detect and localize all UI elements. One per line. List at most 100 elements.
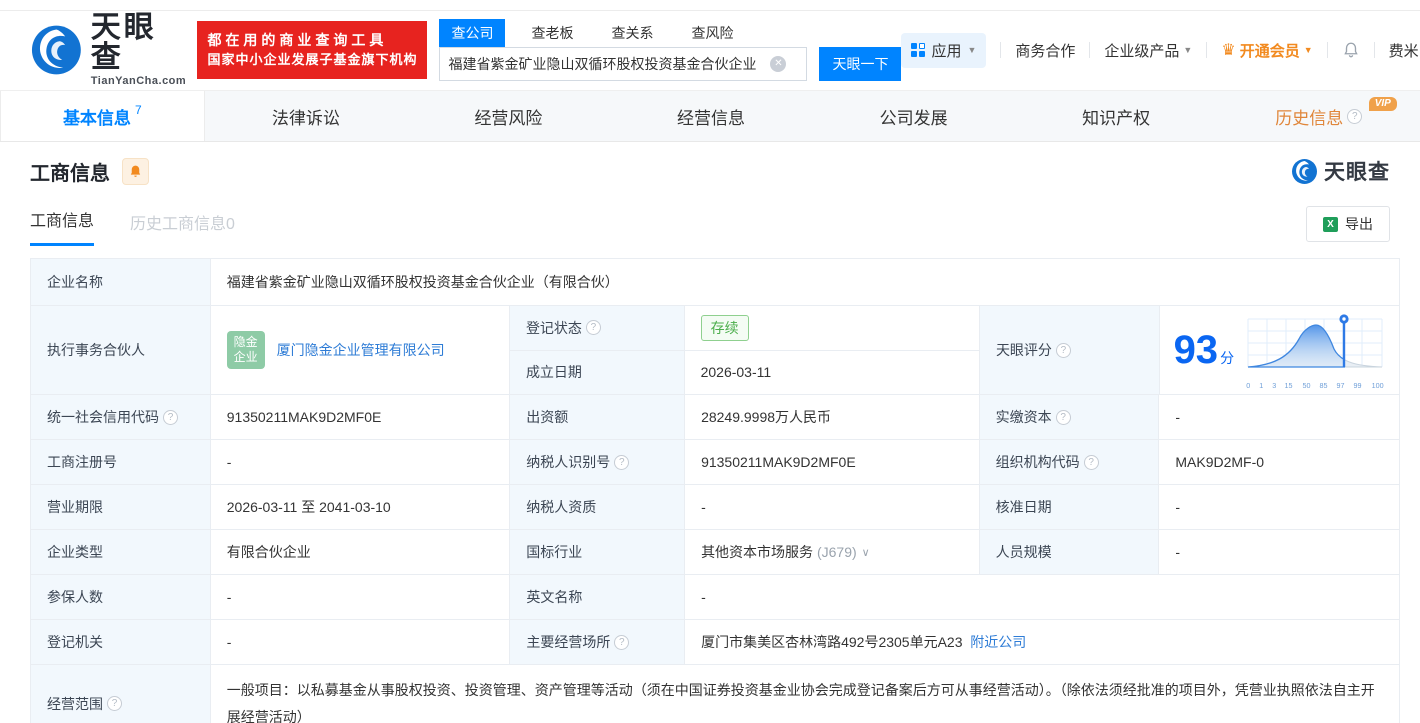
notification-bell-icon[interactable] (1342, 41, 1360, 59)
table-row: 营业期限 2026-03-11 至 2041-03-10 纳税人资质 - 核准日… (31, 485, 1399, 530)
watermark-logo: 天眼查 (1291, 156, 1390, 186)
registration-number-value: - (211, 440, 511, 484)
table-row: 企业类型 有限合伙企业 国标行业 其他资本市场服务 (J679) ∨ 人员规模 … (31, 530, 1399, 575)
approval-date-label: 核准日期 (980, 485, 1160, 529)
top-divider (0, 10, 1420, 11)
score-axis-ticks: 0131550859799100 (1246, 381, 1384, 390)
export-label: 导出 (1345, 214, 1373, 234)
monitor-bell-button[interactable] (122, 158, 149, 185)
table-row: 工商注册号 - 纳税人识别号? 91350211MAK9D2MF0E 组织机构代… (31, 440, 1399, 485)
tianyan-score-label: 天眼评分? (980, 306, 1160, 394)
tab-operation-risk[interactable]: 经营风险 (407, 91, 610, 141)
brand-slogan-banner: 都在用的商业查询工具 国家中小企业发展子基金旗下机构 (197, 21, 427, 78)
industry-value[interactable]: 其他资本市场服务 (J679) ∨ (685, 530, 980, 574)
nearby-companies-link[interactable]: 附近公司 (970, 632, 1026, 652)
staff-size-label: 人员规模 (980, 530, 1160, 574)
taxpayer-id-label: 纳税人识别号? (510, 440, 685, 484)
english-name-label: 英文名称 (510, 575, 685, 619)
help-icon[interactable]: ? (107, 696, 122, 711)
clear-search-icon[interactable]: ✕ (770, 56, 786, 72)
search-tabs: 查公司 查老板 查关系 查风险 (439, 19, 901, 47)
tab-history-info[interactable]: VIP 历史信息 ? (1217, 91, 1420, 141)
help-icon[interactable]: ? (614, 635, 629, 650)
partner-company-link[interactable]: 厦门隐金企业管理有限公司 (277, 340, 445, 360)
table-row: 经营范围? 一般项目：以私募基金从事股权投资、投资管理、资产管理等活动（须在中国… (31, 665, 1399, 723)
company-name-label: 企业名称 (31, 259, 211, 305)
insured-count-value: - (211, 575, 511, 619)
tab-company-development[interactable]: 公司发展 (812, 91, 1015, 141)
company-type-label: 企业类型 (31, 530, 211, 574)
approval-date-value: - (1159, 485, 1399, 529)
tab-basic-info[interactable]: 基本信息 7 (0, 91, 205, 141)
tab-basic-info-label: 基本信息 (63, 104, 131, 129)
business-scope-label: 经营范围? (31, 665, 211, 723)
chevron-down-icon: ▼ (1183, 45, 1192, 55)
paid-capital-value: - (1159, 395, 1399, 439)
chevron-down-icon: ▼ (1304, 45, 1313, 55)
apps-menu[interactable]: 应用 ▼ (901, 33, 986, 68)
help-icon[interactable]: ? (163, 410, 178, 425)
help-icon[interactable]: ? (1056, 343, 1071, 358)
tianyancha-logo-icon (30, 23, 83, 77)
capital-label: 出资额 (510, 395, 685, 439)
search-button[interactable]: 天眼一下 (819, 47, 901, 81)
taxpayer-qualification-value: - (685, 485, 980, 529)
help-icon[interactable]: ? (1084, 455, 1099, 470)
org-code-label: 组织机构代码? (980, 440, 1160, 484)
uscc-label: 统一社会信用代码? (31, 395, 211, 439)
search-tab-boss[interactable]: 查老板 (519, 19, 585, 47)
status-badge: 存续 (701, 315, 749, 341)
registration-number-label: 工商注册号 (31, 440, 211, 484)
company-type-value: 有限合伙企业 (211, 530, 511, 574)
username: 费米 (1389, 40, 1419, 61)
table-row: 登记机关 - 主要经营场所? 厦门市集美区杏林湾路492号2305单元A23 附… (31, 620, 1399, 665)
staff-size-value: - (1159, 530, 1399, 574)
enterprise-product-menu[interactable]: 企业级产品 ▼ (1104, 40, 1192, 61)
industry-label: 国标行业 (510, 530, 685, 574)
tab-intellectual-property[interactable]: 知识产权 (1015, 91, 1218, 141)
establish-date-label: 成立日期 (510, 351, 685, 395)
partner-avatar: 隐金 企业 (227, 331, 265, 369)
table-row: 执行事务合伙人 隐金 企业 厦门隐金企业管理有限公司 登记状态? 存续 (31, 306, 1399, 395)
tab-legal-litigation[interactable]: 法律诉讼 (205, 91, 408, 141)
header: 天眼查 TianYanCha.com 都在用的商业查询工具 国家中小企业发展子基… (0, 0, 1420, 90)
org-code-value: MAK9D2MF-0 (1159, 440, 1399, 484)
search-tab-relation[interactable]: 查关系 (599, 19, 665, 47)
apps-grid-icon (911, 43, 925, 57)
subtab-row: 工商信息 历史工商信息0 X 导出 (30, 206, 1390, 246)
industry-code: (J679) (817, 544, 857, 560)
business-cooperation-link[interactable]: 商务合作 (1015, 40, 1075, 61)
business-term-value: 2026-03-11 至 2041-03-10 (211, 485, 511, 529)
score-unit: 分 (1220, 350, 1234, 366)
chevron-down-icon[interactable]: ∨ (862, 546, 870, 559)
tianyan-score-value[interactable]: 93分 (1160, 306, 1399, 394)
search-tab-company[interactable]: 查公司 (439, 19, 505, 47)
uscc-value: 91350211MAK9D2MF0E (211, 395, 511, 439)
divider (1000, 42, 1001, 58)
user-menu[interactable]: 费米 ▼ (1389, 40, 1420, 61)
search-tab-risk[interactable]: 查风险 (679, 19, 745, 47)
logo-title: 天眼查 (91, 13, 188, 73)
help-icon[interactable]: ? (614, 455, 629, 470)
search-input[interactable] (440, 49, 770, 79)
tab-operation-info[interactable]: 经营信息 (610, 91, 813, 141)
score-number: 93 (1174, 328, 1219, 372)
tab-basic-info-count: 7 (135, 103, 142, 117)
table-row: 统一社会信用代码? 91350211MAK9D2MF0E 出资额 28249.9… (31, 395, 1399, 440)
help-icon[interactable]: ? (586, 320, 601, 335)
english-name-value: - (685, 575, 1399, 619)
export-button[interactable]: X 导出 (1306, 206, 1390, 242)
enterprise-product-label: 企业级产品 (1104, 40, 1179, 61)
divider (1327, 42, 1328, 58)
subtab-business-info[interactable]: 工商信息 (30, 207, 94, 246)
help-icon[interactable]: ? (1347, 109, 1362, 124)
watermark-logo-icon (1291, 158, 1318, 185)
help-icon[interactable]: ? (1056, 410, 1071, 425)
business-info-section: 工商信息 天眼查 工商信息 历史工商信息0 X 导出 企业名称 (0, 142, 1420, 723)
subtab-history-business-info[interactable]: 历史工商信息0 (130, 210, 235, 246)
taxpayer-id-value: 91350211MAK9D2MF0E (685, 440, 980, 484)
open-vip-menu[interactable]: ♛ 开通会员 ▼ (1221, 40, 1312, 61)
search-box[interactable]: ✕ (439, 47, 807, 81)
tianyancha-logo[interactable]: 天眼查 TianYanCha.com (30, 13, 187, 87)
excel-icon: X (1323, 217, 1338, 232)
